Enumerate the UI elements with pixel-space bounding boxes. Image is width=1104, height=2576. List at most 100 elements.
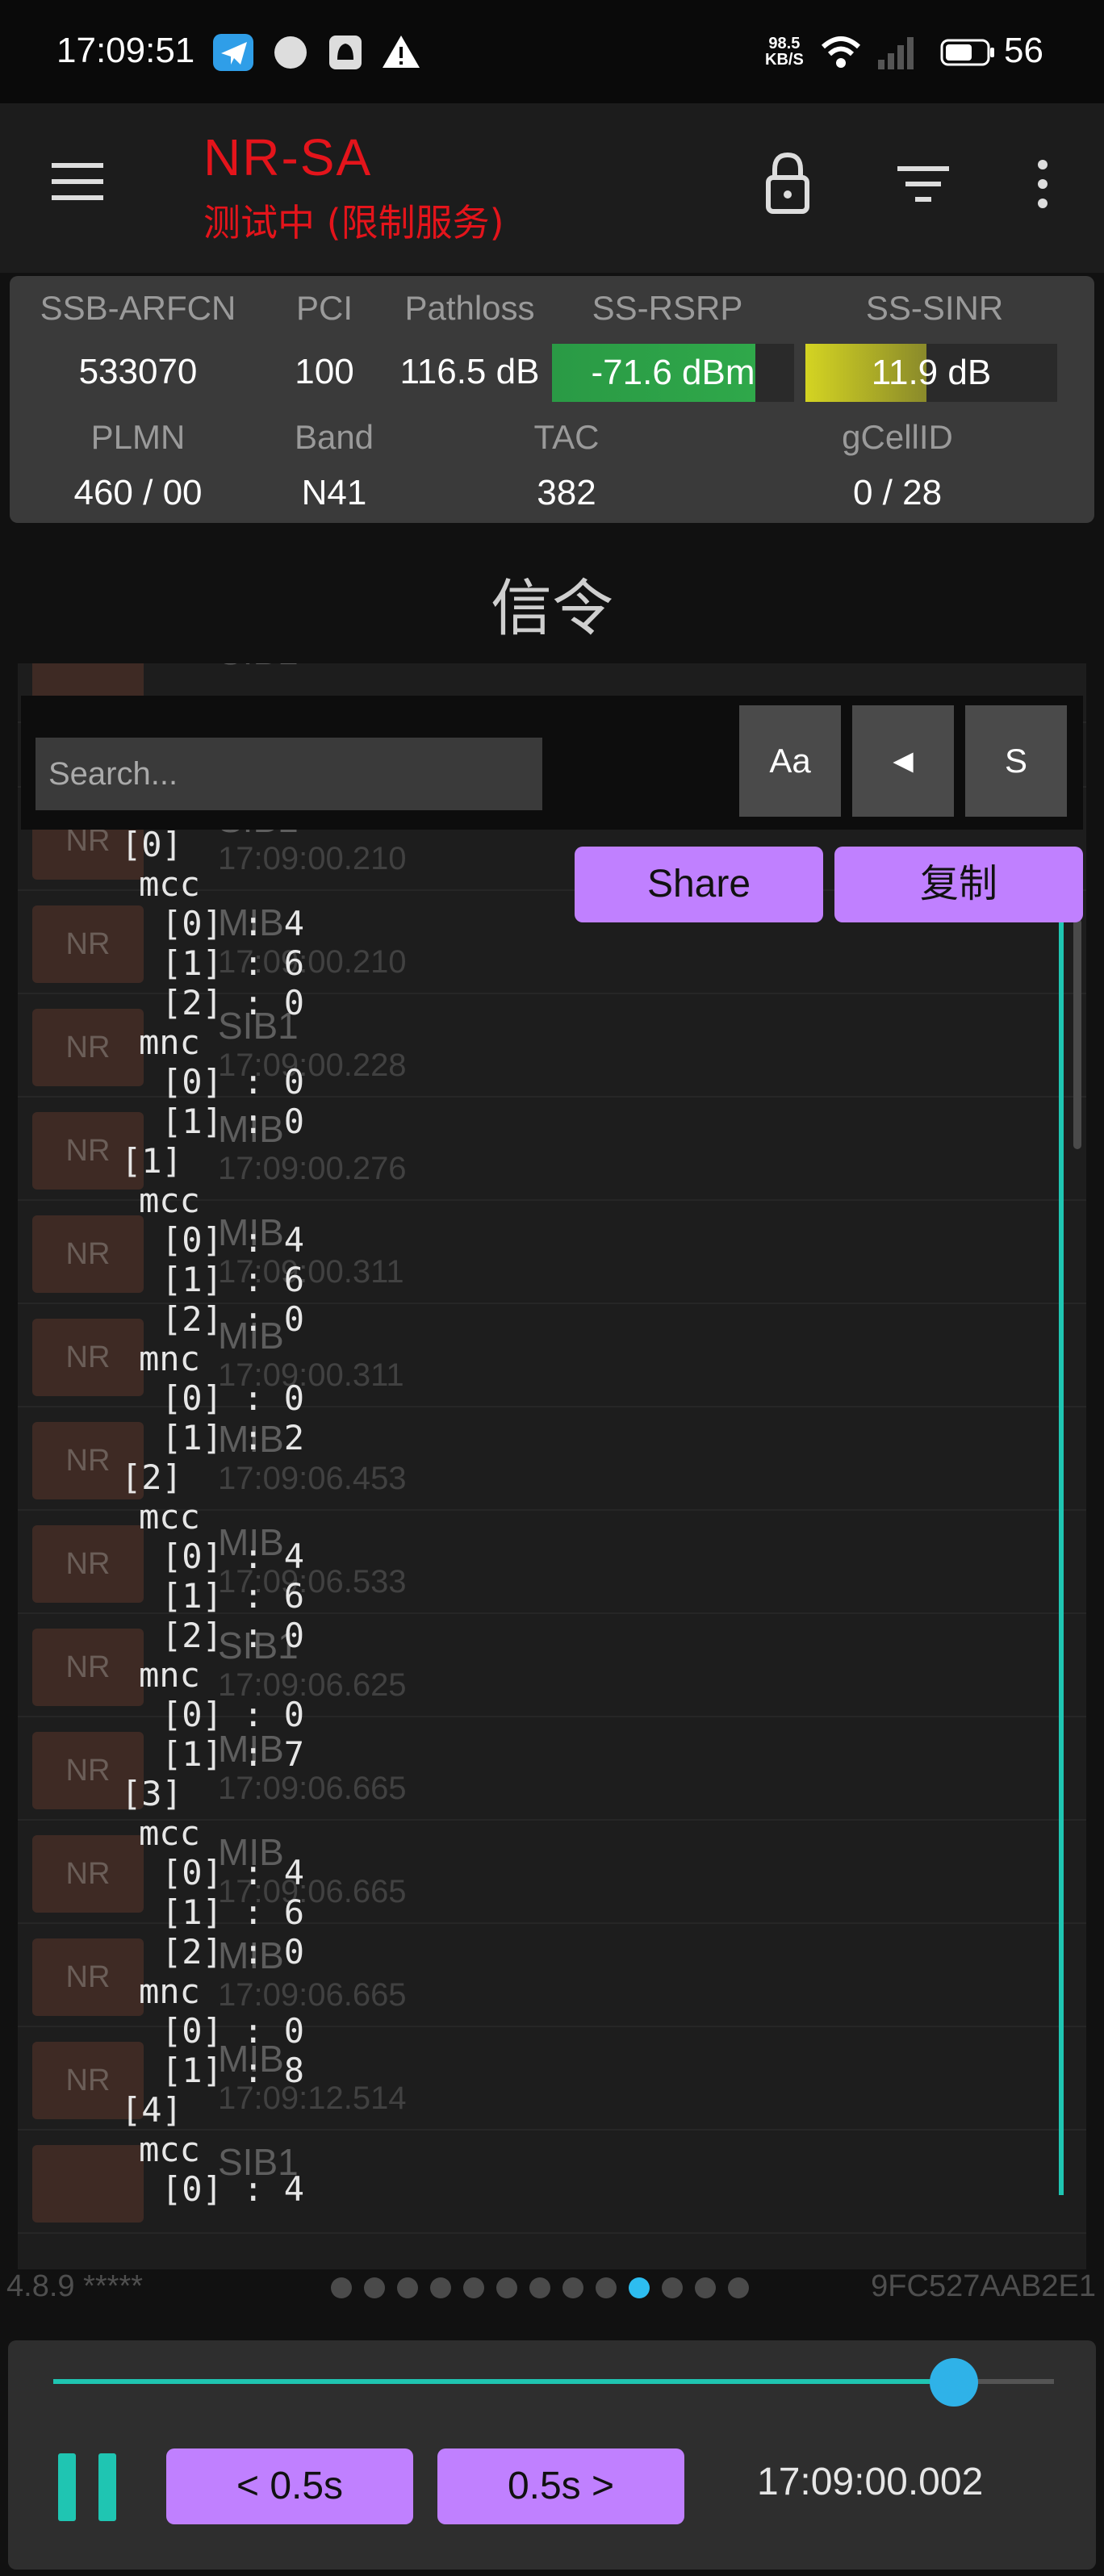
message-name: SIB1 <box>218 663 299 673</box>
page-dot[interactable] <box>430 2277 451 2298</box>
match-case-button[interactable]: Aa <box>739 705 841 817</box>
battery-icon <box>940 39 994 66</box>
page-dot[interactable] <box>463 2277 484 2298</box>
share-button[interactable]: Share <box>575 847 823 922</box>
ssb-arfcn-value: 533070 <box>78 352 198 391</box>
step-back-button[interactable]: < 0.5s <box>166 2448 413 2524</box>
decode-line: [4] <box>121 2090 182 2130</box>
decode-line: [0] : 0 <box>161 1695 305 1734</box>
header-plmn: PLMN <box>90 418 186 456</box>
decode-line: [1] <box>121 1141 182 1181</box>
decode-scrollbar-thumb[interactable] <box>1073 918 1081 1149</box>
page-dot[interactable] <box>331 2277 352 2298</box>
playback-slider-thumb[interactable] <box>930 2358 978 2407</box>
decode-line: [2] : 0 <box>161 983 305 1022</box>
status-time: 17:09:51 <box>56 31 195 70</box>
page-dot[interactable] <box>728 2277 749 2298</box>
decode-line: mnc <box>139 1339 200 1378</box>
decode-line: [0] <box>121 825 182 864</box>
plmn-value: 460 / 00 <box>73 473 203 512</box>
decode-line: mcc <box>139 864 200 904</box>
cell-info-panel: SSB-ARFCN PCI Pathloss SS-RSRP SS-SINR 5… <box>10 276 1094 523</box>
band-value: N41 <box>301 473 367 512</box>
playback-panel: < 0.5s 0.5s > 17:09:00.002 <box>8 2340 1096 2570</box>
page-dot[interactable] <box>629 2277 650 2298</box>
header-tac: TAC <box>533 418 600 456</box>
decode-line: mcc <box>139 2130 200 2169</box>
playback-time: 17:09:00.002 <box>757 2461 984 2503</box>
header-ss-sinr: SS-SINR <box>865 289 1004 327</box>
decode-line: [2] : 0 <box>161 1299 305 1339</box>
pci-value: 100 <box>295 352 354 391</box>
decode-line: [3] <box>121 1774 182 1813</box>
page-dot[interactable] <box>397 2277 418 2298</box>
page-dot[interactable] <box>662 2277 683 2298</box>
decode-line: [0] : 4 <box>161 1853 305 1892</box>
sinr-value: 11.9 dB <box>871 353 992 392</box>
header-band: Band <box>294 418 374 456</box>
tac-value: 382 <box>537 473 596 512</box>
speed-value: 98.5 <box>768 35 801 52</box>
search-input[interactable] <box>36 738 542 810</box>
decode-line: mcc <box>139 1813 200 1853</box>
decode-line: [1] : 6 <box>161 1576 305 1616</box>
gcellid-value: 0 / 28 <box>852 473 943 512</box>
search-s-button[interactable]: S <box>965 705 1067 817</box>
device-id: 9FC527AAB2E1 <box>871 2269 1096 2303</box>
menu-icon[interactable] <box>50 160 107 205</box>
status-bar: 17:09:51 98.5 KB/S 56 <box>0 0 1104 103</box>
speed-unit: KB/S <box>765 51 804 69</box>
decode-line: [0] : 4 <box>161 904 305 943</box>
decode-line: [0] : 4 <box>161 1537 305 1576</box>
wifi-icon <box>821 36 861 68</box>
more-options-icon[interactable] <box>1030 157 1056 213</box>
decode-line: [0] : 0 <box>161 1062 305 1102</box>
network-speed: 98.5 KB/S <box>765 36 804 68</box>
header-pathloss: Pathloss <box>404 289 535 327</box>
decode-line: [0] : 4 <box>161 2169 305 2209</box>
page-dot[interactable] <box>562 2277 583 2298</box>
rsrp-meter: -71.6 dBm <box>552 344 794 402</box>
decode-line: [0] : 4 <box>161 1220 305 1260</box>
decode-line: [1] : 2 <box>161 1418 305 1457</box>
page-dot[interactable] <box>529 2277 550 2298</box>
playback-track[interactable] <box>53 2379 1054 2384</box>
cellular-signal-icon <box>878 37 914 69</box>
decode-line: [1] : 6 <box>161 943 305 983</box>
warning-icon <box>383 36 420 68</box>
search-bar: Aa ◄ S <box>21 696 1083 830</box>
decode-line: mnc <box>139 1972 200 2011</box>
pause-icon[interactable] <box>58 2453 119 2521</box>
app-version: 4.8.9 ***** <box>6 2269 144 2303</box>
lock-icon[interactable] <box>759 150 817 216</box>
app-title: NR-SA <box>203 128 373 186</box>
pathloss-value: 116.5 dB <box>399 352 540 391</box>
filter-icon[interactable] <box>894 161 952 207</box>
section-title-signaling: 信令 <box>491 572 613 644</box>
page-dot[interactable] <box>364 2277 385 2298</box>
step-forward-button[interactable]: 0.5s > <box>437 2448 684 2524</box>
copy-button[interactable]: 复制 <box>834 847 1083 922</box>
circle-app-icon <box>274 36 307 69</box>
decode-line: [0] : 0 <box>161 1378 305 1418</box>
previous-match-button[interactable]: ◄ <box>852 705 954 817</box>
page-dot[interactable] <box>496 2277 517 2298</box>
decode-line: [2] <box>121 1457 182 1497</box>
app-bar: NR-SA 测试中 (限制服务) <box>0 103 1104 273</box>
decode-line: mcc <box>139 1181 200 1220</box>
decode-line: [0] : 0 <box>161 2011 305 2051</box>
sinr-meter: 11.9 dB <box>805 344 1057 402</box>
decode-line: [2] : 0 <box>161 1932 305 1972</box>
decoded-message-text: [0] mcc [0] : 4 [1] : 6 [2] : 0 mnc [0] : 0 [1]… <box>121 825 304 2209</box>
playback-progress <box>53 2379 954 2384</box>
decode-line: [1] : 7 <box>161 1734 305 1774</box>
page-dot[interactable] <box>596 2277 617 2298</box>
test-status: 测试中 (限制服务) <box>203 201 504 245</box>
decode-scroll-indicator <box>1059 918 1064 2195</box>
header-ssb-arfcn: SSB-ARFCN <box>40 289 236 327</box>
battery-level: 56 <box>1004 31 1043 70</box>
decode-line: mnc <box>139 1655 200 1695</box>
page-dot[interactable] <box>695 2277 716 2298</box>
decode-line: [1] : 8 <box>161 2051 305 2090</box>
decode-line: [1] : 6 <box>161 1892 305 1932</box>
